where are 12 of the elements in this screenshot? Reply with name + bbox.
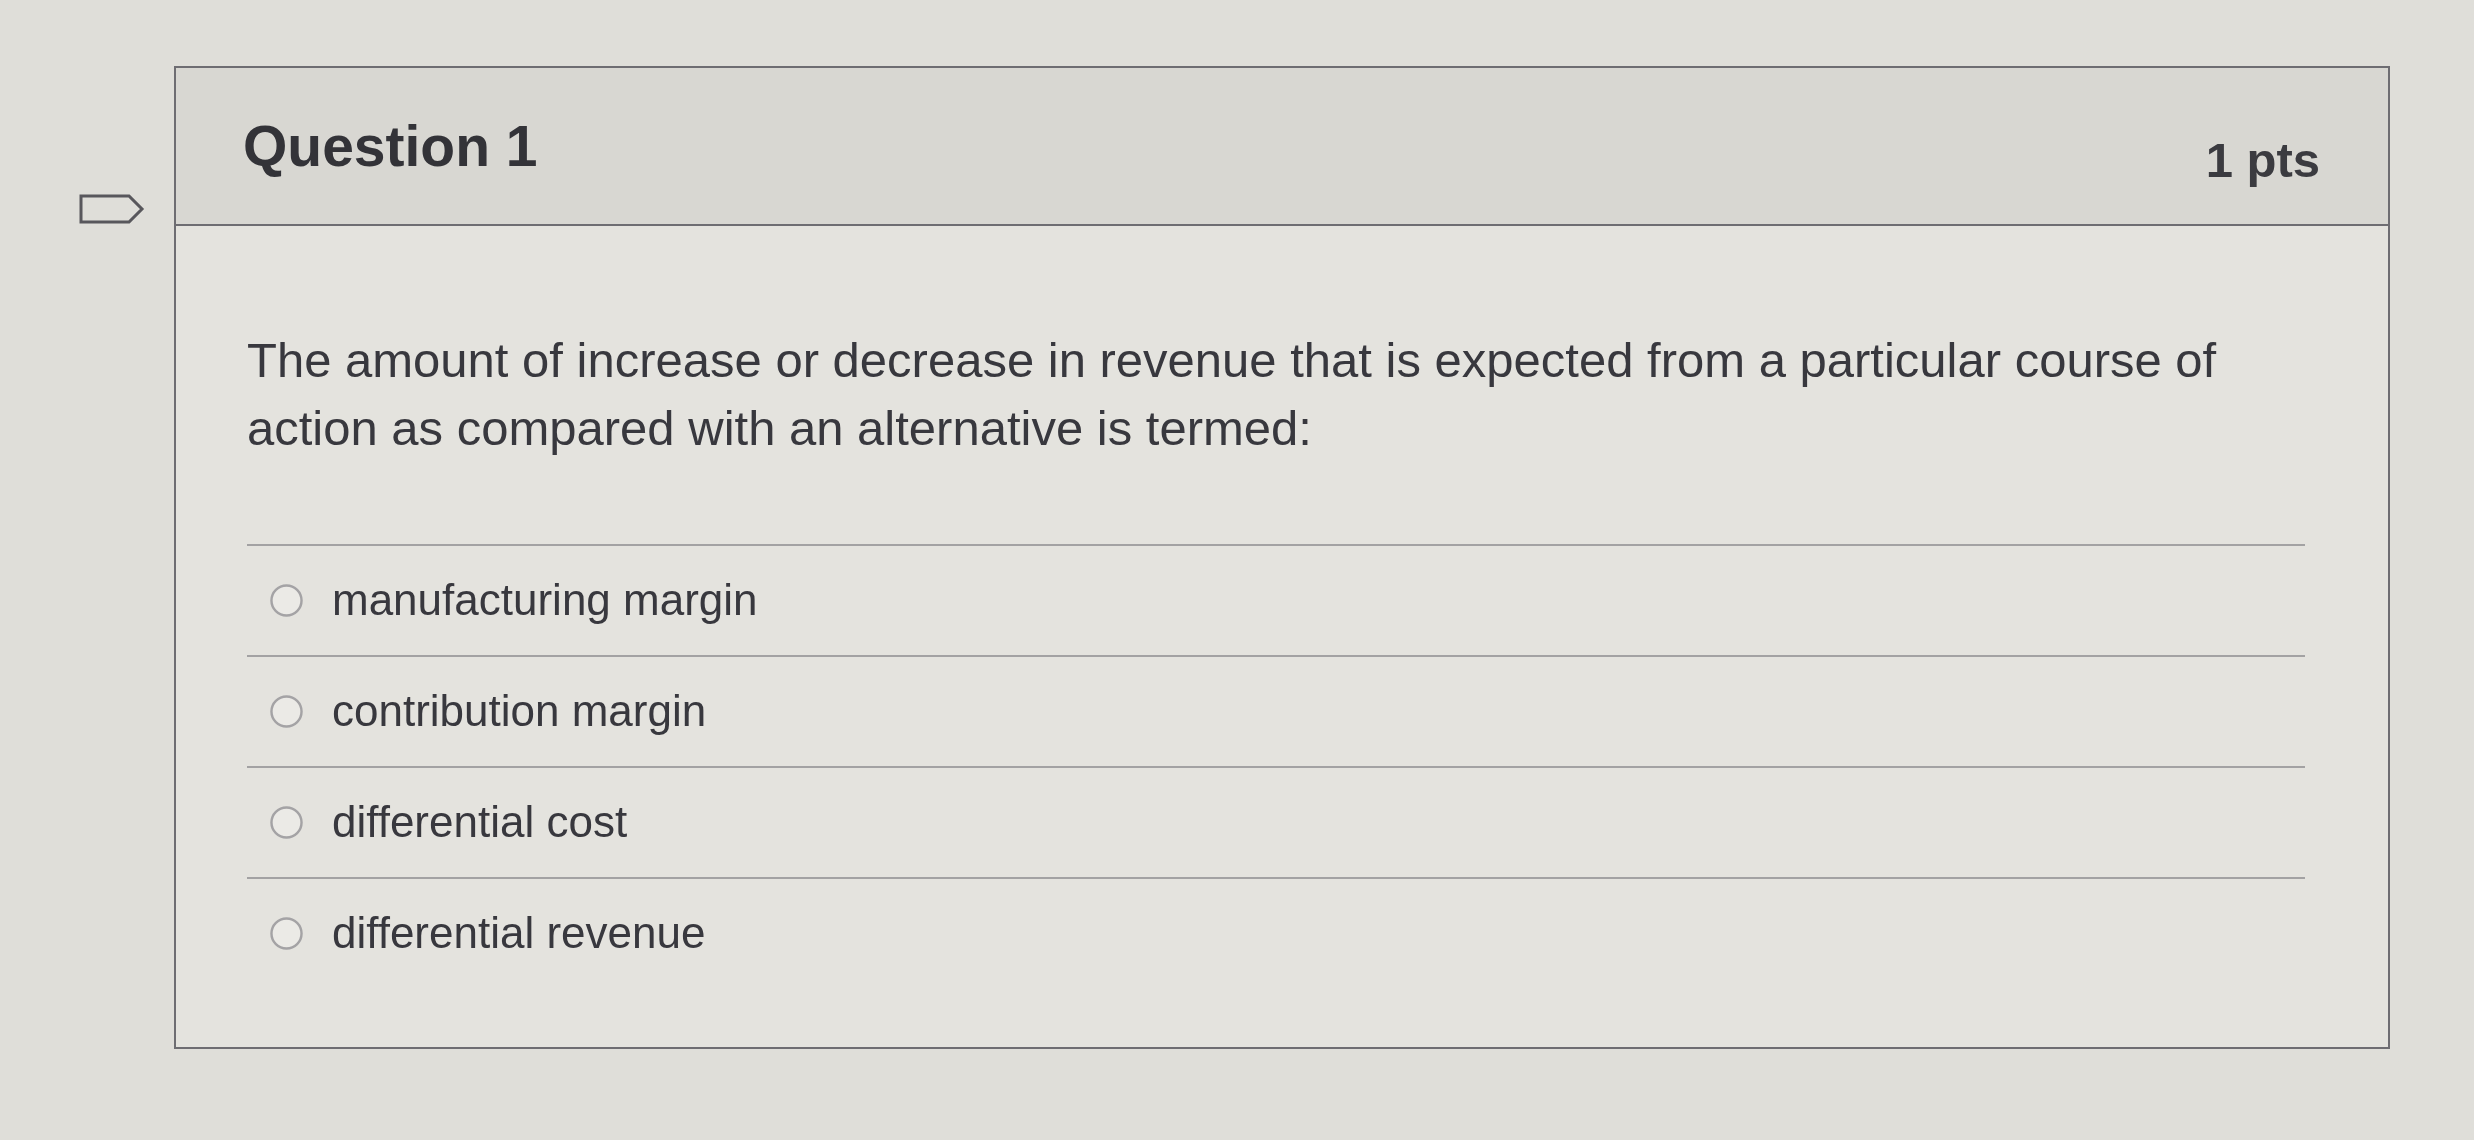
radio-button[interactable] [270,917,303,950]
answer-option[interactable]: differential cost [332,796,628,849]
radio-button[interactable] [270,584,303,617]
question-title: Question 1 [243,112,538,180]
question-text: The amount of increase or decrease in revenue that is expected from a particular course of action as compared with an alternative is termed: [247,332,2218,457]
flag-icon[interactable] [79,194,145,224]
answer-option[interactable]: differential revenue [332,907,706,960]
radio-button[interactable] [270,806,303,839]
answer-option[interactable]: contribution margin [332,685,707,738]
answer-option[interactable]: manufacturing margin [332,574,758,627]
radio-button[interactable] [270,695,303,728]
points-label: 1 pts [2205,131,2320,189]
